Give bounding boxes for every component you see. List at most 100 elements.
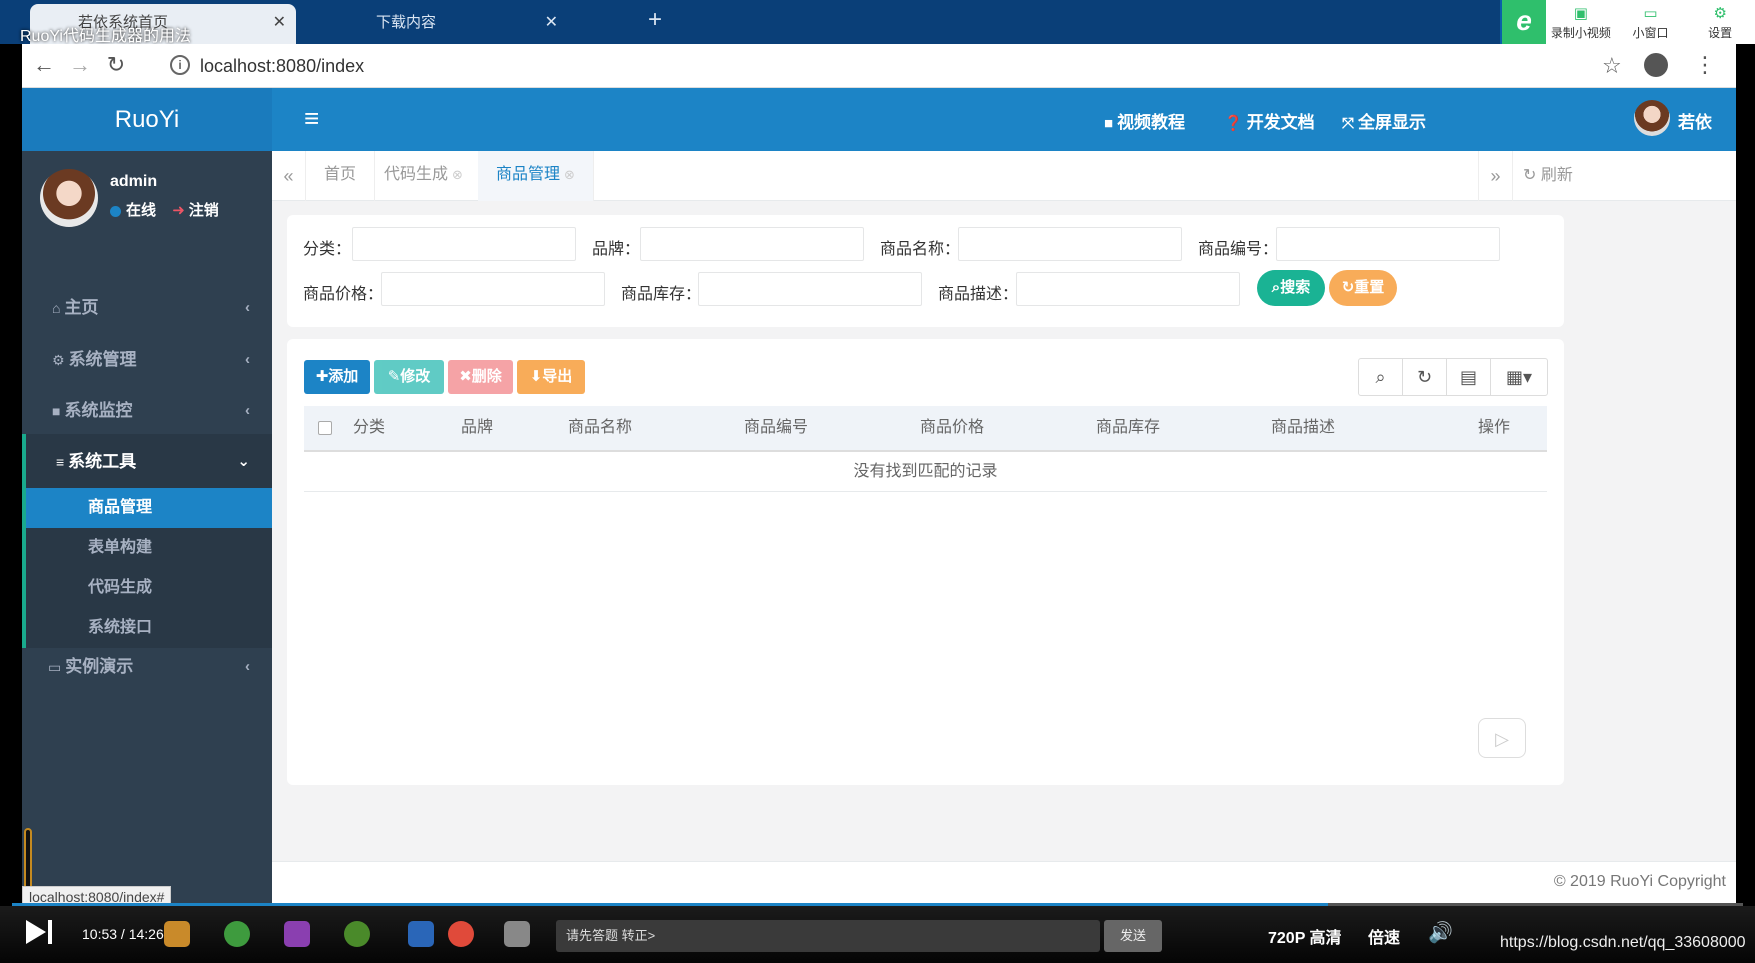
floating-play-icon[interactable]: ▷ [1478,718,1526,758]
video-icon: ■ [52,403,61,419]
submenu-item-code-generator[interactable]: 代码生成 [26,568,272,608]
user-status: 在线 ➜ 注销 [110,199,219,220]
submenu-item-product-management[interactable]: 商品管理 [26,488,272,528]
select-all-checkbox[interactable] [318,421,332,435]
edit-button-label: 修改 [400,368,431,385]
product-stock-input[interactable] [698,272,922,306]
tab-product-management[interactable]: 商品管理 ⊗ [478,151,594,201]
product-desc-input[interactable] [1016,272,1240,306]
next-icon[interactable] [48,920,52,944]
logout-link[interactable]: 注销 [189,202,219,219]
dev-docs-label: 开发文档 [1246,113,1315,132]
edit-button[interactable]: ✎修改 [374,360,444,394]
dev-docs-link[interactable]: ❓ 开发文档 [1224,108,1315,133]
forward-arrow-icon[interactable]: → [66,52,94,78]
search-button[interactable]: ⌕搜索 [1257,270,1325,306]
search-button-label: 搜索 [1280,279,1311,296]
mini-window-button[interactable]: ▭ 小窗口 [1616,0,1686,44]
info-icon[interactable]: i [170,55,190,75]
column-header[interactable]: 商品库存 [1096,406,1160,450]
sidebar-item-demo[interactable]: ▭ 实例演示 ‹ [22,639,272,695]
danmaku-toggle-icon[interactable] [504,921,530,947]
category-label: 分类： [303,241,352,258]
reset-button[interactable]: ↻重置 [1329,270,1397,306]
bookmark-star-icon[interactable]: ☆ [1602,53,1622,79]
system-tools-submenu: 商品管理 表单构建 代码生成 系统接口 [22,488,272,648]
reset-button-label: 重置 [1354,279,1385,296]
tab-home[interactable]: 首页 [306,151,376,201]
close-icon[interactable]: ✕ [545,4,558,42]
sidebar-item-label: 主页 [64,298,99,317]
back-arrow-icon[interactable]: ← [30,52,58,78]
add-button[interactable]: ✚添加 [304,360,370,394]
sidebar-item-home[interactable]: ⌂ 主页 ‹ [22,280,272,336]
brand-logo[interactable]: RuoYi [22,88,272,151]
record-video-icon: ▣ [1573,5,1588,22]
column-header[interactable]: 商品名称 [568,406,632,450]
column-header[interactable]: 分类 [353,406,385,450]
copyright: © 2019 RuoYi Copyright [1553,873,1726,890]
column-header[interactable]: 商品编号 [744,406,808,450]
video-overlay-tools: e ▣ 录制小视频 ▭ 小窗口 ⚙ 设置 [1502,0,1755,44]
fullscreen-link[interactable]: ⤧ 全屏显示 [1342,108,1426,133]
volume-icon[interactable]: 🔊 [1428,920,1453,945]
play-icon[interactable] [26,920,46,944]
hamburger-menu-icon[interactable]: ≡ [304,103,319,134]
product-price-input[interactable] [381,272,605,306]
settings-icon: ⚙ [1713,5,1727,22]
search-icon: ⌕ [1271,279,1281,296]
new-tab-button[interactable]: + [648,6,662,34]
table-search-icon[interactable]: ⌕ [1359,359,1403,395]
record-video-button[interactable]: ▣ 录制小视频 [1546,0,1616,44]
close-circle-icon[interactable]: ⊗ [564,167,575,182]
product-stock-label: 商品库存： [621,286,702,303]
column-header[interactable]: 商品描述 [1271,406,1335,450]
product-name-input[interactable] [958,227,1182,261]
video-player-bar: 10:53 / 14:26 请先答题 转正> 发送 720P 高清 倍速 🔊 h… [0,906,1755,963]
url-field[interactable]: localhost:8080/index [200,56,364,77]
export-button[interactable]: ⬇导出 [517,360,585,394]
settings-button[interactable]: ⚙ 设置 [1685,0,1755,44]
column-header[interactable]: 商品价格 [920,406,984,450]
video-camera-icon: ■ [1104,115,1114,132]
browser-tab-downloads[interactable]: 下载内容 ✕ [310,4,568,44]
table-refresh-icon[interactable]: ↻ [1403,359,1447,395]
header-user-name[interactable]: 若依 [1678,108,1712,133]
app-icon [344,921,370,947]
calendar-icon [408,921,434,947]
column-header[interactable]: 品牌 [461,406,493,450]
profile-icon[interactable] [1644,53,1668,77]
send-button[interactable]: 发送 [1104,920,1162,952]
close-icon[interactable]: ✕ [273,4,286,42]
logout-icon[interactable]: ➜ [172,202,185,219]
app-icon [224,921,250,947]
columns-grid-icon[interactable]: ▦▾ [1491,359,1547,395]
table-panel: ✚添加 ✎修改 ✖删除 ⬇导出 ⌕ ↻ ▤ ▦▾ 分类 品牌 商品名称 商品编号… [287,339,1564,785]
double-chevron-right-icon[interactable]: » [1478,151,1512,201]
reload-icon[interactable]: ↻ [102,52,130,78]
refresh-icon: ↻ [1523,167,1537,184]
kebab-menu-icon[interactable]: ⋮ [1694,52,1716,78]
quality-selector[interactable]: 720P 高清 [1268,924,1342,948]
tab-code-generator[interactable]: 代码生成 ⊗ [366,151,482,201]
danmaku-input[interactable]: 请先答题 转正> [556,920,1100,952]
sidebar-item-label: 系统工具 [68,452,137,471]
empty-table-message: 没有找到匹配的记录 [304,452,1547,492]
close-circle-icon[interactable]: ⊗ [452,167,463,182]
sidebar-item-system-management[interactable]: ⚙ 系统管理 ‹ [22,332,272,388]
category-input[interactable] [352,227,576,261]
video-tutorial-link[interactable]: ■ 视频教程 [1104,108,1185,133]
chrome-icon [448,921,474,947]
product-code-input[interactable] [1276,227,1500,261]
table-toggle-view-icon[interactable]: ▤ [1447,359,1491,395]
sidebar-item-system-tools[interactable]: ≡ 系统工具 ⌄ [22,434,272,490]
speed-selector[interactable]: 倍速 [1368,924,1400,948]
delete-button[interactable]: ✖删除 [448,360,513,394]
brand-input[interactable] [640,227,864,261]
sidebar-item-system-monitor[interactable]: ■ 系统监控 ‹ [22,383,272,439]
double-chevron-left-icon[interactable]: « [272,151,306,201]
submenu-item-form-builder[interactable]: 表单构建 [26,528,272,568]
refresh-label: 刷新 [1540,167,1573,184]
refresh-tab-button[interactable]: ↻ 刷新 [1512,151,1602,201]
avatar[interactable] [1634,100,1670,136]
